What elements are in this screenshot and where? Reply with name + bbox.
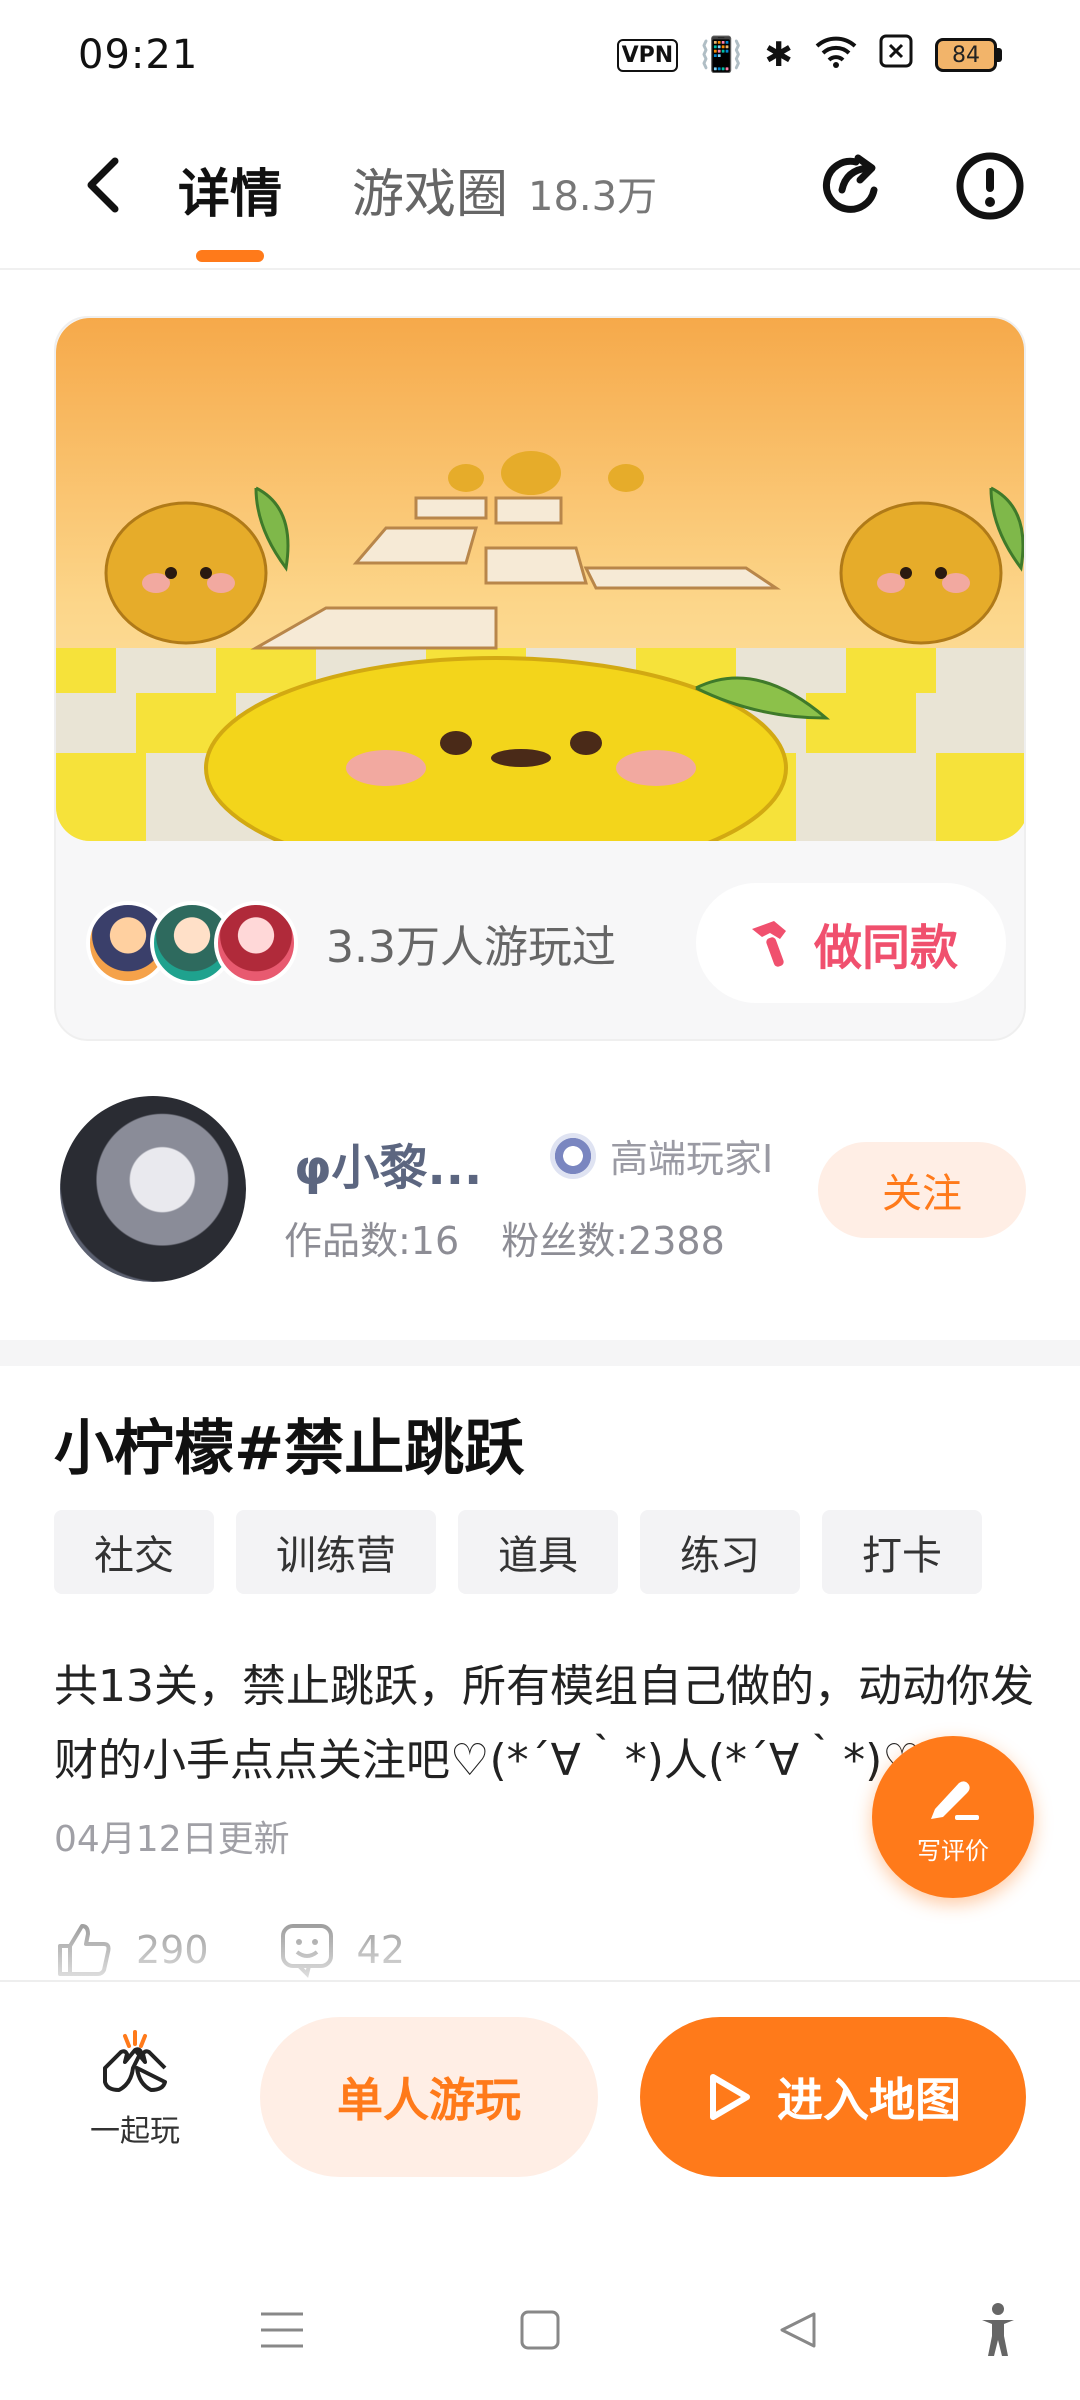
game-circle-count: 18.3万 [528, 174, 658, 220]
close-box-icon [879, 34, 913, 77]
tab-game-circle[interactable]: 游戏圈 [352, 152, 508, 227]
back-button[interactable] [68, 150, 138, 220]
hammer-icon [751, 921, 786, 967]
home-button[interactable] [500, 2290, 580, 2370]
players-row: 3.3万人游玩过 做同款 [86, 878, 1006, 1008]
report-button[interactable] [950, 146, 1030, 226]
square-icon [520, 2310, 560, 2350]
make-same-button[interactable]: 做同款 [696, 883, 1006, 1003]
scroll-fade [0, 1920, 1080, 1980]
tag-item[interactable]: 社交 [54, 1510, 214, 1594]
triangle-back-icon [780, 2312, 816, 2348]
update-date: 04月12日更新 [54, 1819, 290, 1860]
write-review-label: 写评价 [917, 1836, 989, 1865]
tab-active-indicator [196, 250, 264, 262]
wifi-icon [815, 34, 857, 77]
play-together-button[interactable]: 一起玩 [70, 2028, 200, 2158]
menu-button[interactable] [242, 2290, 322, 2370]
tag-list: 社交 训练营 道具 练习 打卡 [54, 1510, 982, 1594]
author-name[interactable]: φ小黎... [294, 1128, 482, 1198]
follow-button[interactable]: 关注 [818, 1142, 1026, 1238]
solo-play-button[interactable]: 单人游玩 [260, 2017, 598, 2177]
author-badge: 高端玩家I [550, 1128, 773, 1183]
enter-map-button[interactable]: 进入地图 [640, 2017, 1026, 2177]
fans-count: 粉丝数:2388 [501, 1219, 725, 1263]
tag-item[interactable]: 打卡 [822, 1510, 982, 1594]
map-preview-image[interactable] [56, 318, 1024, 841]
battery-icon: 84 [935, 38, 1002, 72]
share-icon [823, 154, 878, 213]
author-section: φ小黎... 高端玩家I 作品数:16 粉丝数:2388 关注 [54, 1090, 1026, 1290]
badge-icon [550, 1132, 596, 1179]
pen-icon [931, 1780, 979, 1820]
map-title: 小柠檬#禁止跳跃 [54, 1414, 525, 1484]
section-divider [0, 1340, 1080, 1366]
vpn-icon: VPN [616, 38, 679, 72]
tag-item[interactable]: 训练营 [236, 1510, 436, 1594]
author-avatar[interactable] [60, 1096, 246, 1282]
tag-item[interactable]: 练习 [640, 1510, 800, 1594]
map-card: 3.3万人游玩过 做同款 [54, 316, 1026, 1041]
play-together-label: 一起玩 [90, 2114, 180, 2149]
player-avatars [86, 901, 298, 985]
share-button[interactable] [812, 146, 892, 226]
write-review-button[interactable]: 写评价 [872, 1736, 1034, 1898]
chevron-left-icon [87, 157, 119, 213]
vibrate-icon: 📳 [700, 35, 743, 75]
play-icon [710, 2074, 750, 2120]
status-bar: 09:21 VPN 📳 ✱ 84 [0, 0, 1080, 110]
clap-hands-icon [103, 2030, 167, 2092]
accessibility-button[interactable] [958, 2290, 1038, 2370]
author-stats: 作品数:16 粉丝数:2388 [284, 1210, 755, 1265]
author-badge-text: 高端玩家I [610, 1137, 774, 1181]
enter-map-label: 进入地图 [777, 2073, 961, 2127]
players-count-text: 3.3万人游玩过 [326, 922, 616, 973]
make-same-label: 做同款 [813, 920, 958, 976]
battery-level: 84 [952, 42, 980, 68]
menu-icon [261, 2312, 303, 2348]
avatar [214, 901, 298, 985]
accessibility-icon [982, 2303, 1014, 2356]
status-time: 09:21 [78, 32, 199, 78]
back-nav-button[interactable] [758, 2290, 838, 2370]
bottom-action-bar: 一起玩 单人游玩 进入地图 [0, 1980, 1080, 2196]
tab-detail[interactable]: 详情 [178, 152, 282, 227]
top-nav: 详情 游戏圈 18.3万 [0, 120, 1080, 270]
works-count: 作品数:16 [284, 1219, 460, 1263]
alert-circle-icon [956, 152, 1024, 220]
system-nav-bar [0, 2260, 1080, 2400]
bluetooth-icon: ✱ [764, 35, 794, 75]
status-icons: VPN 📳 ✱ 84 [616, 34, 1002, 77]
tag-item[interactable]: 道具 [458, 1510, 618, 1594]
